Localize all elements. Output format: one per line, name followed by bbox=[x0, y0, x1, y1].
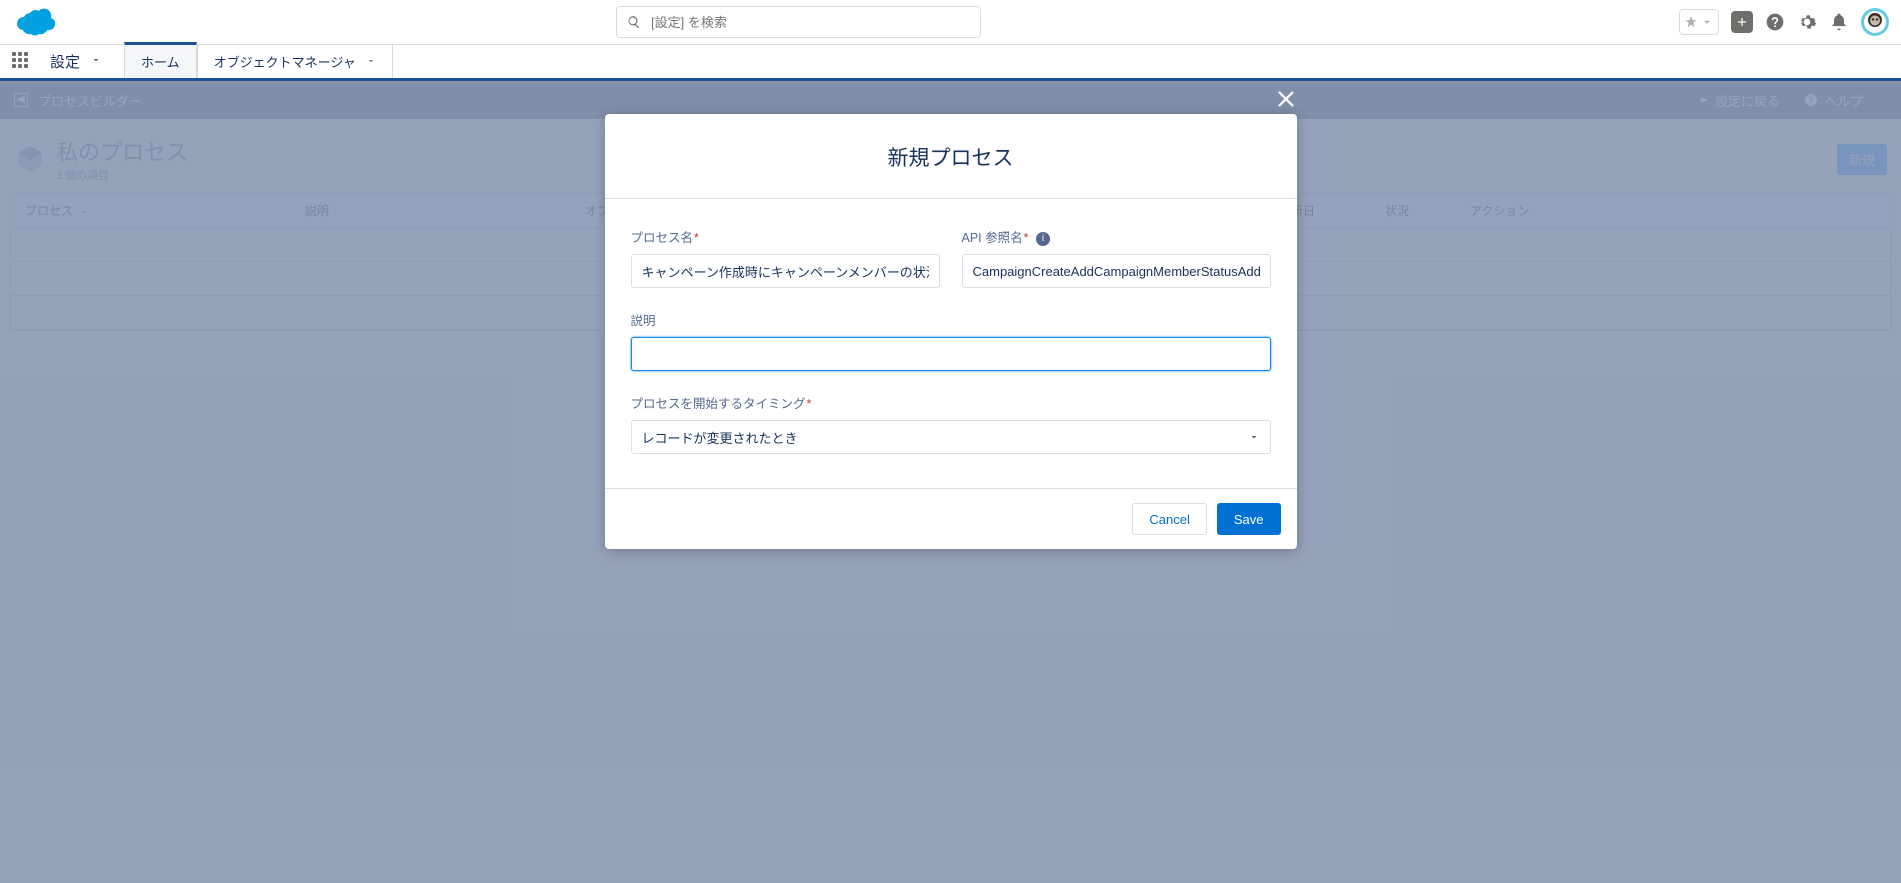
tab-home[interactable]: ホーム bbox=[124, 42, 197, 78]
timing-value: レコードが変更されたとき bbox=[642, 428, 798, 447]
process-name-label: プロセス名* bbox=[631, 227, 940, 246]
close-icon bbox=[1275, 88, 1297, 110]
timing-label: プロセスを開始するタイミング* bbox=[631, 393, 1271, 412]
api-name-input[interactable] bbox=[962, 254, 1271, 288]
field-description: 説明 bbox=[631, 310, 1271, 371]
api-name-label: API 参照名* i bbox=[962, 227, 1271, 246]
salesforce-logo[interactable] bbox=[12, 7, 56, 37]
search-icon bbox=[627, 15, 641, 29]
help-button[interactable] bbox=[1765, 12, 1785, 32]
search-box[interactable] bbox=[616, 6, 981, 38]
process-name-input[interactable] bbox=[631, 254, 940, 288]
modal-title: 新規プロセス bbox=[605, 114, 1297, 199]
astro-icon bbox=[1863, 10, 1887, 34]
modal-body: プロセス名* API 参照名* i 説明 bbox=[605, 199, 1297, 488]
tab-label: オブジェクトマネージャ bbox=[214, 52, 356, 71]
gear-icon bbox=[1797, 12, 1817, 32]
global-add-button[interactable] bbox=[1731, 11, 1753, 33]
bell-icon bbox=[1829, 12, 1849, 32]
chevron-down-icon bbox=[1700, 15, 1714, 29]
close-button[interactable] bbox=[1275, 88, 1299, 112]
star-icon bbox=[1684, 15, 1698, 29]
app-name: 設定 bbox=[50, 51, 80, 72]
search-input[interactable] bbox=[651, 15, 970, 30]
header-actions bbox=[1679, 8, 1889, 36]
plus-icon bbox=[1735, 15, 1749, 29]
new-process-modal: 新規プロセス プロセス名* API 参照名* i bbox=[605, 114, 1297, 549]
chevron-down-icon bbox=[1248, 431, 1260, 443]
info-icon[interactable]: i bbox=[1036, 232, 1050, 246]
chevron-down-icon bbox=[90, 54, 102, 66]
global-header bbox=[0, 0, 1901, 45]
description-label: 説明 bbox=[631, 310, 1271, 329]
field-process-name: プロセス名* bbox=[631, 227, 940, 288]
question-icon bbox=[1765, 12, 1785, 32]
global-search bbox=[616, 6, 981, 38]
app-launcher-icon[interactable] bbox=[12, 52, 32, 72]
field-timing: プロセスを開始するタイミング* レコードが変更されたとき bbox=[631, 393, 1271, 454]
tab-label: ホーム bbox=[141, 52, 180, 71]
app-menu-toggle[interactable] bbox=[90, 53, 102, 71]
description-input[interactable] bbox=[631, 337, 1271, 371]
favorites-button[interactable] bbox=[1679, 9, 1719, 35]
user-avatar[interactable] bbox=[1861, 8, 1889, 36]
setup-button[interactable] bbox=[1797, 12, 1817, 32]
cancel-button[interactable]: Cancel bbox=[1132, 503, 1206, 535]
notifications-button[interactable] bbox=[1829, 12, 1849, 32]
tab-object-manager[interactable]: オブジェクトマネージャ bbox=[197, 45, 393, 78]
save-button[interactable]: Save bbox=[1217, 503, 1281, 535]
chevron-down-icon bbox=[366, 54, 376, 69]
field-api-name: API 参照名* i bbox=[962, 227, 1271, 288]
context-bar: 設定 ホーム オブジェクトマネージャ bbox=[0, 45, 1901, 81]
modal-footer: Cancel Save bbox=[605, 488, 1297, 549]
timing-select[interactable]: レコードが変更されたとき bbox=[631, 420, 1271, 454]
